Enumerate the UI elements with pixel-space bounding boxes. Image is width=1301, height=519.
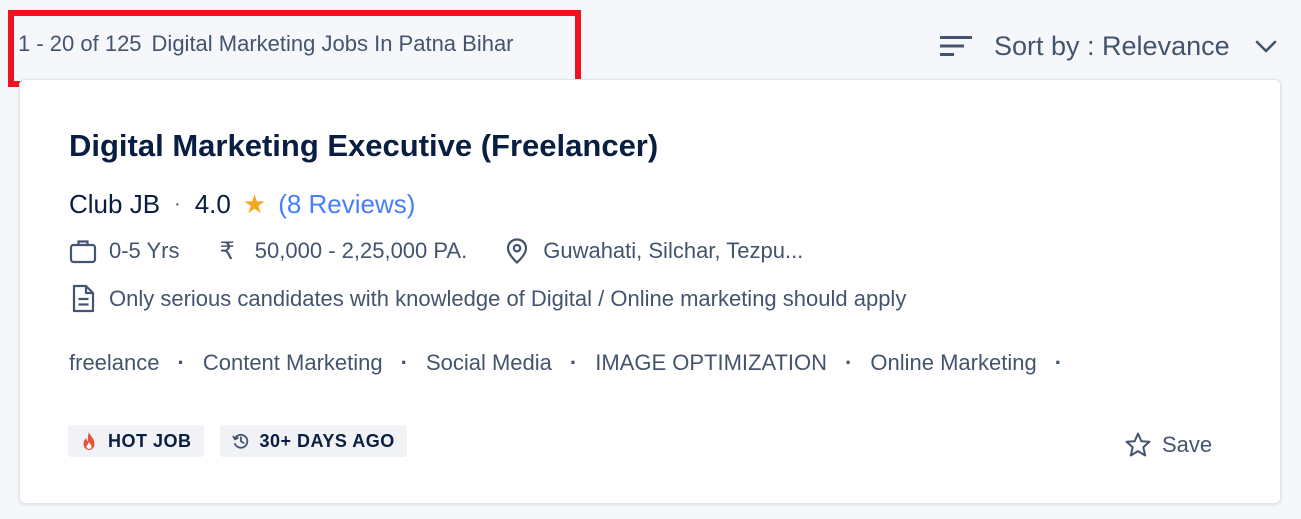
reviews-link[interactable]: (8 Reviews) [278,189,415,220]
experience: 0-5 Yrs [69,237,180,265]
salary: ₹ 50,000 - 2,25,000 PA. [220,237,468,266]
posted-age-badge: 30+ DAYS AGO [219,425,407,457]
fire-icon [83,432,95,450]
separator-dot: · [174,192,181,215]
star-outline-icon [1125,432,1151,457]
save-label: Save [1162,432,1213,457]
rupee-icon: ₹ [219,237,235,265]
sort-lines-icon [940,36,972,56]
location-pin-icon [507,238,528,264]
skill-tag: IMAGE OPTIMIZATION [595,350,870,376]
skill-tag: freelance [69,350,203,376]
job-card[interactable]: Digital Marketing Executive (Freelancer)… [19,79,1281,504]
job-meta-row: 0-5 Yrs ₹ 50,000 - 2,25,000 PA. Guwahati… [69,236,803,266]
document-icon [72,284,95,313]
salary-value: 50,000 - 2,25,000 PA. [254,238,468,263]
company-name[interactable]: Club JB [69,189,160,220]
star-icon: ★ [242,188,267,219]
skill-tag: Social Media [426,350,595,376]
company-rating: 4.0 [194,188,231,219]
hot-job-badge: HOT JOB [68,425,204,457]
sort-dropdown[interactable]: Sort by : Relevance [940,28,1278,64]
skill-tags: freelance Content Marketing Social Media… [69,348,1080,378]
location-value: Guwahati, Silchar, Tezpu... [543,238,804,263]
job-title[interactable]: Digital Marketing Executive (Freelancer) [69,128,658,164]
hot-job-label: HOT JOB [108,430,192,451]
sort-label: Sort by : Relevance [994,30,1230,61]
highlight-box [8,10,581,87]
skill-tag: Content Marketing [203,350,426,376]
history-clock-icon [231,433,248,449]
job-badges: HOT JOB 30+ DAYS AGO [68,425,407,457]
posted-age-label: 30+ DAYS AGO [259,430,395,451]
skill-tag: Online Marketing [870,350,1080,376]
save-button[interactable]: Save [1124,429,1212,461]
experience-value: 0-5 Yrs [109,238,180,263]
job-search-results: 1 - 20 of 125 Digital Marketing Jobs In P… [0,0,1301,519]
job-description: Only serious candidates with knowledge o… [109,286,907,311]
chevron-down-icon [1255,40,1276,53]
company-row: Club JB · 4.0 ★ (8 Reviews) [69,187,415,221]
job-description-row: Only serious candidates with knowledge o… [69,284,906,314]
briefcase-icon [69,240,97,264]
location: Guwahati, Silchar, Tezpu... [503,237,803,265]
